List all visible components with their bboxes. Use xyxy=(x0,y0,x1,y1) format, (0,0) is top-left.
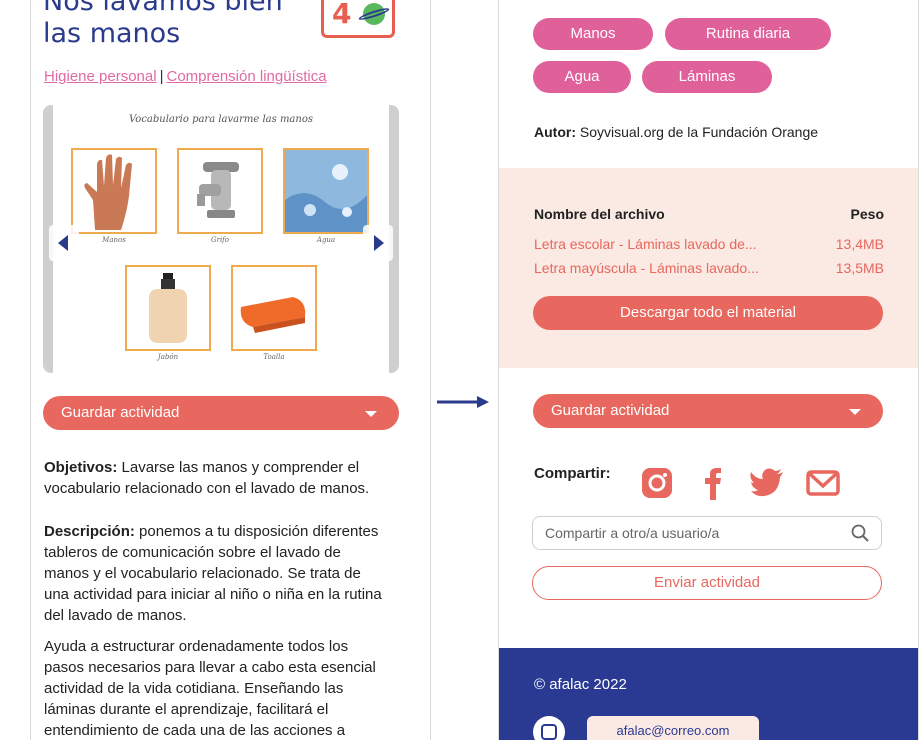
facebook-icon[interactable] xyxy=(695,466,731,500)
file-size: 13,5MB xyxy=(835,260,884,276)
category-link-higiene[interactable]: Higiene personal xyxy=(44,68,157,85)
footer-copyright: © afalac 2022 xyxy=(534,676,627,693)
age-badge: 4 xyxy=(321,0,395,38)
card-caption: Grifo xyxy=(211,236,229,244)
chevron-down-icon xyxy=(849,409,861,415)
faucet-icon xyxy=(197,162,239,218)
activity-detail-left-panel: Nos lavamos bien las manos 4 Higiene per… xyxy=(30,0,431,740)
instagram-icon[interactable] xyxy=(639,466,675,500)
vocabulary-sheet: Vocabulario para lavarme las manos Manos… xyxy=(53,105,389,373)
send-activity-button[interactable]: Enviar actividad xyxy=(532,566,882,600)
towel-icon xyxy=(240,297,306,333)
save-activity-dropdown[interactable]: Guardar actividad xyxy=(43,396,399,430)
save-activity-label: Guardar actividad xyxy=(551,402,670,419)
water-icon xyxy=(285,150,367,232)
files-header-size: Peso xyxy=(850,206,884,222)
soap-icon xyxy=(149,273,187,343)
chevron-down-icon xyxy=(365,411,377,417)
file-size: 13,4MB xyxy=(835,236,884,252)
share-label: Compartir: xyxy=(534,465,611,482)
hand-icon xyxy=(84,154,132,230)
description-label: Descripción: xyxy=(44,523,135,540)
download-all-button[interactable]: Descargar todo el material xyxy=(533,296,883,330)
tag-agua[interactable]: Agua xyxy=(533,61,631,93)
category-link-comprension[interactable]: Comprensión lingüística xyxy=(166,68,326,85)
author-line: Autor: Soyvisual.org de la Fundación Ora… xyxy=(534,124,818,140)
tag-laminas[interactable]: Láminas xyxy=(642,61,772,93)
search-icon[interactable] xyxy=(851,524,869,542)
footer-email[interactable]: afalac@correo.com xyxy=(587,716,759,740)
file-link[interactable]: Letra mayúscula - Láminas lavado... xyxy=(534,260,759,276)
objectives-label: Objetivos: xyxy=(44,459,118,476)
author-label: Autor: xyxy=(534,124,576,140)
sheet-title: Vocabulario para lavarme las manos xyxy=(129,114,313,125)
faucet-card xyxy=(177,148,263,234)
objectives-paragraph: Objetivos: Lavarse las manos y comprende… xyxy=(44,457,389,499)
save-activity-dropdown[interactable]: Guardar actividad xyxy=(533,394,883,428)
tag-manos[interactable]: Manos xyxy=(533,18,653,50)
author-value: Soyvisual.org de la Fundación Orange xyxy=(576,124,819,140)
age-number: 4 xyxy=(332,0,352,30)
card-caption: Agua xyxy=(316,236,336,244)
category-links: Higiene personal | Comprensión lingüística xyxy=(44,68,327,85)
extra-paragraph: Ayuda a estructurar ordenadamente todos … xyxy=(44,638,376,739)
page-title: Nos lavamos bien las manos xyxy=(43,0,283,49)
carousel-prev-button[interactable] xyxy=(49,225,79,261)
card-caption: Manos xyxy=(102,236,126,244)
card-caption: Jabón xyxy=(157,353,179,361)
water-card xyxy=(283,148,369,234)
soap-card xyxy=(125,265,211,351)
files-header-name: Nombre del archivo xyxy=(534,206,665,222)
planet-icon xyxy=(357,3,391,25)
activity-detail-right-panel: Manos Rutina diaria Agua Láminas Autor: … xyxy=(498,0,919,740)
file-link[interactable]: Letra escolar - Láminas lavado de... xyxy=(534,236,757,252)
towel-card xyxy=(231,265,317,351)
instagram-icon[interactable] xyxy=(533,716,565,740)
save-activity-label: Guardar actividad xyxy=(61,404,180,421)
arrow-right-icon xyxy=(437,396,489,408)
card-caption: Toalla xyxy=(263,353,285,361)
site-footer: © afalac 2022 afalac@correo.com xyxy=(499,648,918,740)
image-carousel: Vocabulario para lavarme las manos Manos… xyxy=(43,105,399,373)
carousel-next-button[interactable] xyxy=(363,225,393,261)
files-section: Nombre del archivo Peso Letra escolar - … xyxy=(499,168,918,368)
hand-card xyxy=(71,148,157,234)
search-placeholder: Compartir a otro/a usuario/a xyxy=(545,525,720,541)
tag-rutina-diaria[interactable]: Rutina diaria xyxy=(665,18,831,50)
twitter-icon[interactable] xyxy=(749,466,785,500)
share-user-search-input[interactable]: Compartir a otro/a usuario/a xyxy=(532,516,882,550)
description-paragraph: Descripción: ponemos a tu disposición di… xyxy=(44,521,389,626)
mail-icon[interactable] xyxy=(805,466,841,500)
